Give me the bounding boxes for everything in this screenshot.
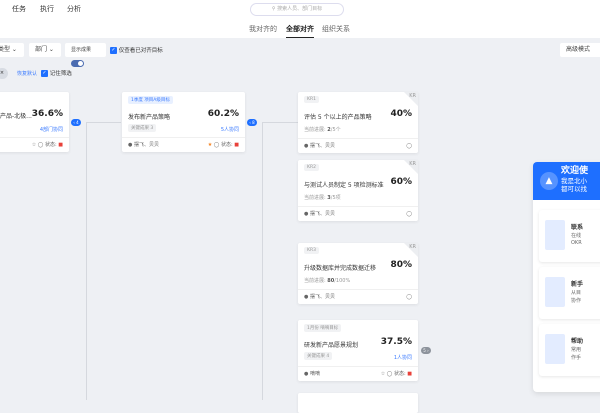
avatar: ● bbox=[128, 142, 133, 148]
star-icon[interactable]: ☆ bbox=[381, 371, 385, 377]
kr-badge: KR bbox=[409, 93, 416, 99]
key-result-card[interactable]: KR KR1 评估 5 个以上的产品策略 40% 当前进展: 2/5个 ● 摆飞… bbox=[298, 92, 418, 153]
nav-tasks[interactable]: 任务 bbox=[12, 4, 26, 14]
toggle-switch[interactable] bbox=[71, 60, 84, 67]
tab-org[interactable]: 组织关系 bbox=[322, 24, 350, 34]
restore-default-link[interactable]: 恢复默认 bbox=[17, 70, 37, 77]
comment-icon[interactable]: ◯ bbox=[406, 207, 412, 221]
nav-execute[interactable]: 执行 bbox=[40, 4, 54, 14]
welcome-panel: ▲ 欢迎使 我是北小 都可以找 联系 在线 OKR 新手 从目 协作 帮助 常用 作… bbox=[533, 162, 600, 392]
comment-icon[interactable]: ◯ bbox=[406, 139, 412, 153]
kr-title: 升级数据库并完成数据迁移 bbox=[304, 265, 377, 272]
avatar: ● bbox=[304, 294, 309, 300]
star-icon[interactable]: ☆ bbox=[32, 142, 36, 148]
illustration-icon bbox=[545, 334, 565, 364]
key-result-card[interactable]: KR KR2 与测试人员制定 5 项检测标准 60% 当前进展: 3/5项 ● … bbox=[298, 160, 418, 221]
show-results-toggle[interactable]: 显示成果 bbox=[65, 43, 106, 67]
panel-item[interactable]: 帮助 常用 作手 bbox=[539, 324, 600, 376]
panel-desc-line-1: 我是北小 bbox=[561, 177, 587, 185]
kr-percent: 60% bbox=[390, 177, 412, 187]
expand-connector[interactable]: 5 › bbox=[421, 347, 431, 354]
objective-card[interactable]: 1季度 项目A级目标 发布新产品策略 60.2% 关键成果 3 5人协同 ● 摆… bbox=[122, 92, 245, 152]
kr-title: 与测试人员制定 5 项检测标准 bbox=[304, 182, 384, 189]
connector-line bbox=[86, 122, 121, 123]
connector-line bbox=[86, 122, 87, 400]
kr-percent: 40% bbox=[390, 109, 412, 119]
nav-analysis[interactable]: 分析 bbox=[67, 4, 81, 14]
objective-card[interactable] bbox=[298, 393, 418, 413]
only-aligned-checkbox[interactable]: ✓ 仅查看已对齐目标 bbox=[110, 46, 163, 54]
kr-title: 评估 5 个以上的产品策略 bbox=[304, 114, 372, 121]
search-input[interactable]: ⚲ 搜索人员、部门目标 bbox=[250, 3, 344, 16]
key-result-card[interactable]: KR KR3 升级数据库并完成数据迁移 80% 当前进展: 80/100% ● … bbox=[298, 243, 418, 304]
kr-badge: KR bbox=[409, 161, 416, 167]
avatar: ● bbox=[304, 211, 309, 217]
comment-icon[interactable]: ◯ bbox=[38, 142, 44, 148]
remember-filter-checkbox[interactable]: ✓ 记住筛选 bbox=[41, 69, 72, 77]
illustration-icon bbox=[545, 220, 565, 250]
kr-progress: 当前进展: 80/100% bbox=[304, 278, 351, 284]
dept-select[interactable]: 部门 ⌄ bbox=[29, 43, 61, 57]
search-placeholder: 搜索人员、部门目标 bbox=[277, 6, 323, 12]
status-icon[interactable]: ■ bbox=[407, 371, 412, 377]
collab-link[interactable]: 1人协同 bbox=[394, 354, 412, 361]
advanced-mode-button[interactable]: 高级模式 bbox=[560, 43, 600, 57]
status-icon[interactable]: ■ bbox=[58, 142, 63, 148]
navigation-arrow-icon: ▲ bbox=[540, 172, 558, 190]
kr-tag: KR3 bbox=[304, 247, 319, 254]
star-icon[interactable]: ★ bbox=[208, 142, 212, 148]
tab-all-aligned[interactable]: 全部对齐 bbox=[286, 24, 314, 38]
tab-my-aligned[interactable]: 我对齐的 bbox=[249, 24, 277, 34]
comment-icon[interactable]: ◯ bbox=[406, 290, 412, 304]
avatar: ● bbox=[304, 143, 309, 149]
panel-desc-line-2: 都可以找 bbox=[561, 185, 587, 193]
connector-line bbox=[262, 122, 263, 400]
objective-card[interactable]: 1月份 嘀嘀目标 研发新产品愿景规划 37.5% 关键成果 4 1人协同 ● 嘀… bbox=[298, 320, 418, 381]
expand-connector[interactable]: ‹ 8 bbox=[247, 119, 257, 126]
clear-icon[interactable]: × bbox=[0, 68, 8, 79]
comment-icon[interactable]: ◯ bbox=[214, 142, 220, 148]
avatar: ● bbox=[304, 371, 309, 377]
kr-progress: 当前进展: 3/5项 bbox=[304, 195, 341, 201]
kr-tag: KR2 bbox=[304, 164, 319, 171]
connector-line bbox=[262, 122, 298, 123]
status-icon[interactable]: ■ bbox=[234, 142, 239, 148]
kr-percent: 80% bbox=[390, 260, 412, 270]
kr-progress: 当前进展: 2/5个 bbox=[304, 127, 341, 133]
collab-link[interactable]: 4部门协同 bbox=[40, 126, 63, 133]
panel-title: 欢迎使 bbox=[561, 166, 589, 176]
expand-connector[interactable]: ‹ 4 bbox=[71, 119, 81, 126]
type-select[interactable]: 类型 ⌄ bbox=[0, 43, 24, 57]
kr-tag: KR1 bbox=[304, 96, 319, 103]
comment-icon[interactable]: ◯ bbox=[387, 371, 393, 377]
panel-item[interactable]: 新手 从目 协作 bbox=[539, 267, 600, 319]
panel-item[interactable]: 联系 在线 OKR bbox=[539, 210, 600, 262]
kr-badge: KR bbox=[409, 244, 416, 250]
collab-link[interactable]: 5人协同 bbox=[221, 126, 239, 133]
objective-card[interactable]: 产品-北极... 36.6% 4部门协同 ☆ ◯ 状态: ■ bbox=[0, 92, 69, 152]
illustration-icon bbox=[545, 277, 565, 307]
